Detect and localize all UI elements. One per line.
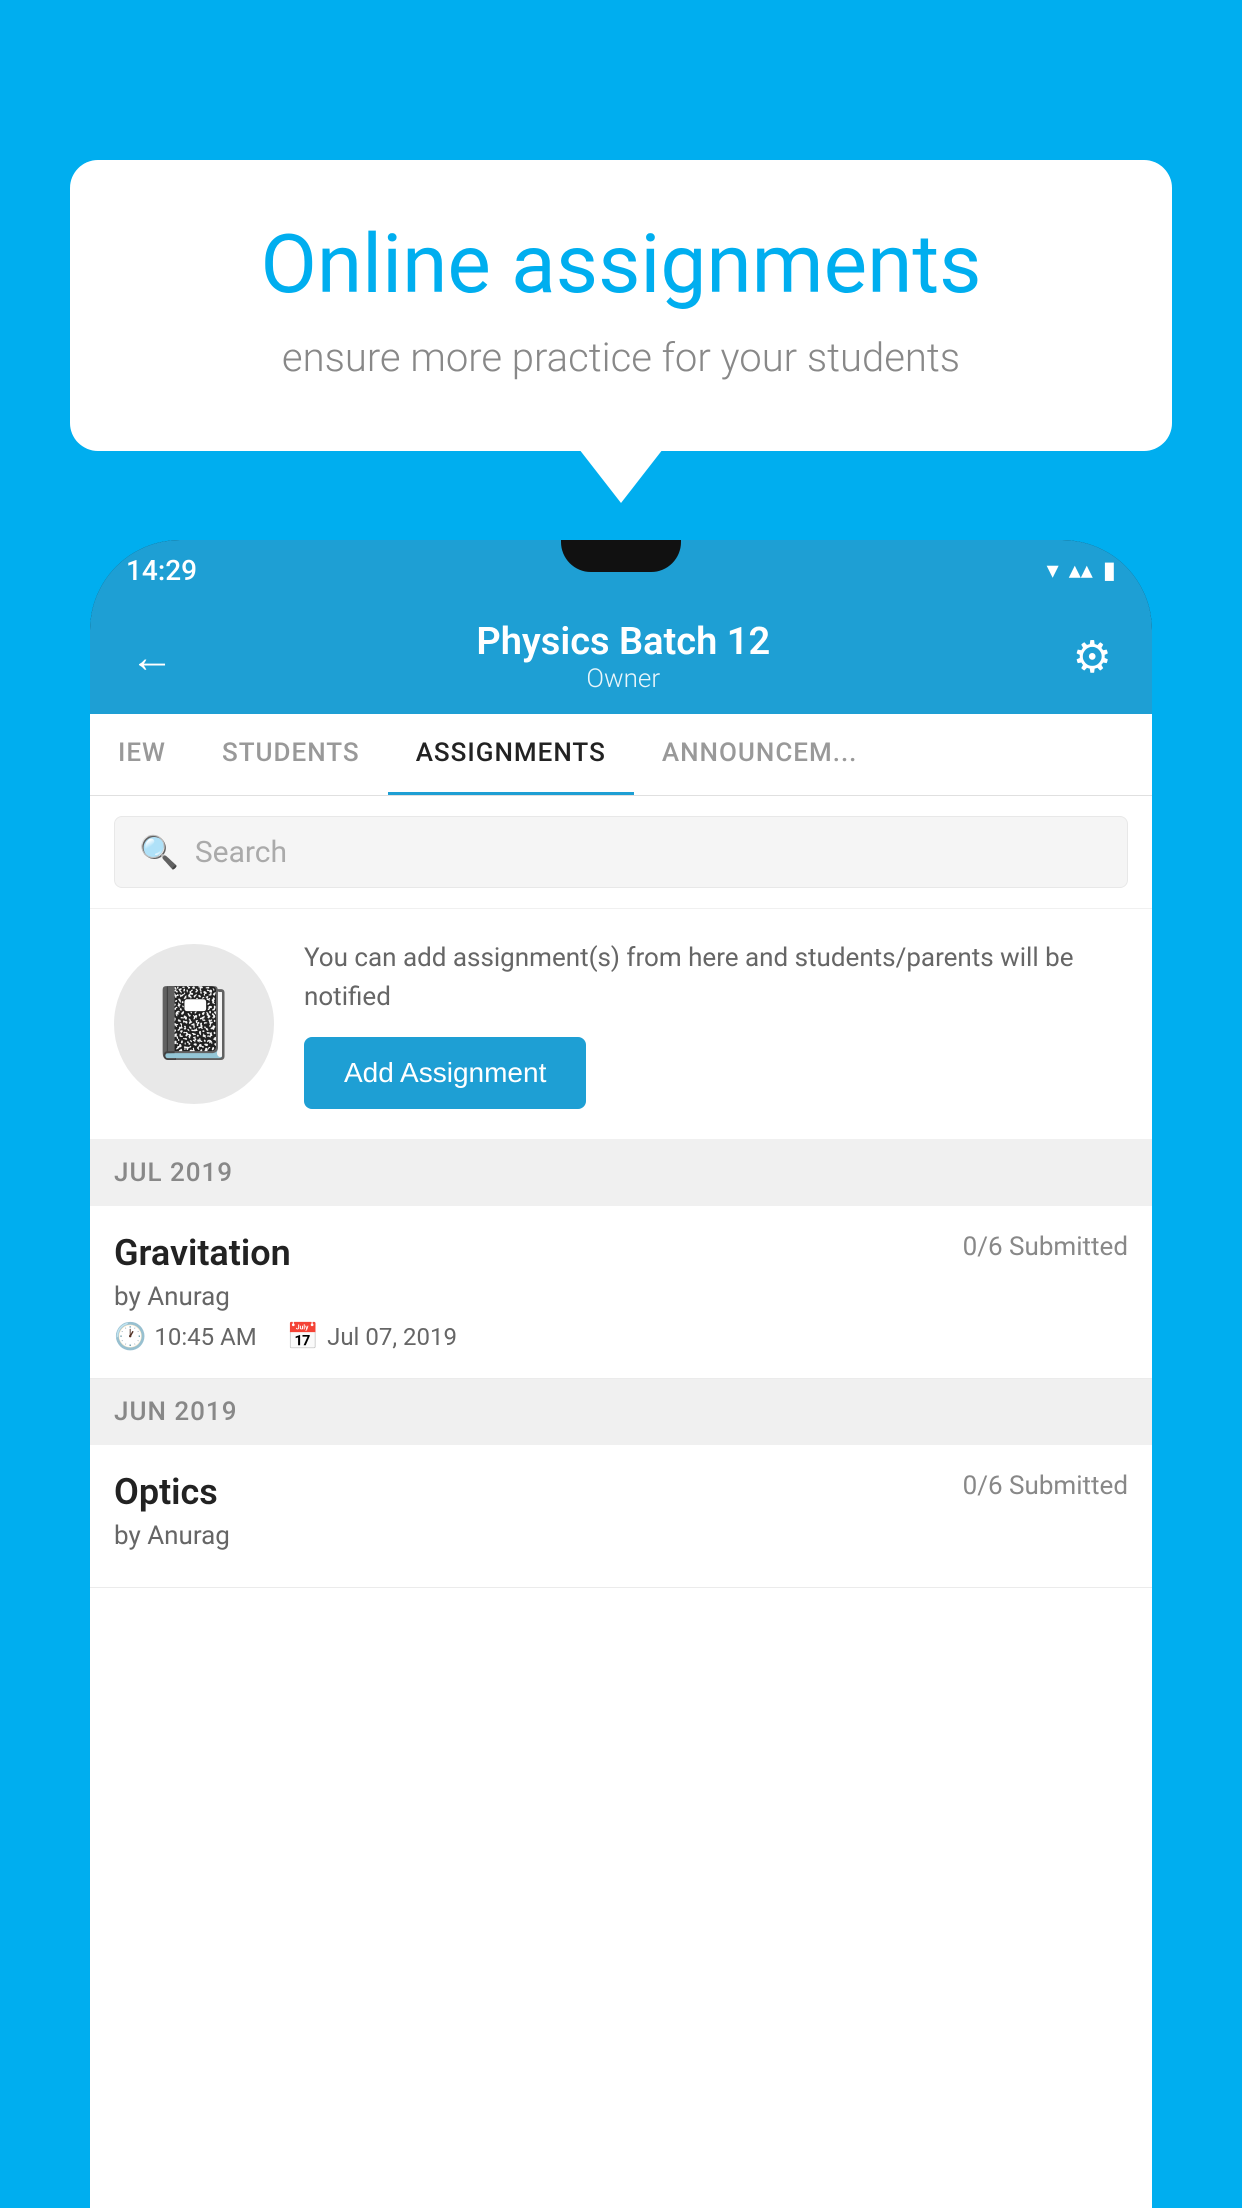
header-subtitle: Owner	[174, 664, 1073, 694]
signal-icon: ▴▴	[1069, 556, 1093, 584]
assignment-by-optics: by Anurag	[114, 1521, 1128, 1551]
assignment-row-top-optics: Optics 0/6 Submitted	[114, 1471, 1128, 1513]
wifi-icon: ▾	[1047, 556, 1059, 584]
notebook-icon: 📓	[150, 983, 237, 1065]
search-icon: 🔍	[139, 833, 179, 871]
status-bar: 14:29 ▾ ▴▴ ▮	[90, 540, 1152, 600]
speech-bubble-container: Online assignments ensure more practice …	[70, 160, 1172, 451]
assignment-name-gravitation: Gravitation	[114, 1232, 291, 1274]
assignment-date: 📅 Jul 07, 2019	[287, 1322, 457, 1352]
assignment-date-value: Jul 07, 2019	[327, 1323, 457, 1351]
assignment-text-area: You can add assignment(s) from here and …	[304, 939, 1128, 1109]
assignment-submitted-gravitation: 0/6 Submitted	[963, 1232, 1128, 1262]
tab-announcements[interactable]: ANNOUNCEM...	[634, 714, 886, 795]
assignment-icon-circle: 📓	[114, 944, 274, 1104]
search-bar[interactable]: 🔍 Search	[114, 816, 1128, 888]
status-time: 14:29	[126, 554, 197, 587]
status-icons: ▾ ▴▴ ▮	[1047, 556, 1116, 584]
speech-bubble-title: Online assignments	[140, 220, 1102, 310]
assignment-time: 🕐 10:45 AM	[114, 1322, 257, 1352]
settings-icon[interactable]: ⚙	[1073, 631, 1112, 683]
assignment-name-optics: Optics	[114, 1471, 218, 1513]
assignment-description: You can add assignment(s) from here and …	[304, 939, 1128, 1017]
speech-bubble: Online assignments ensure more practice …	[70, 160, 1172, 451]
header-title: Physics Batch 12	[174, 620, 1073, 664]
clock-icon: 🕐	[114, 1322, 146, 1352]
search-placeholder: Search	[195, 835, 287, 870]
tab-iew[interactable]: IEW	[90, 714, 194, 795]
tab-students[interactable]: STUDENTS	[194, 714, 388, 795]
assignment-list-item[interactable]: Gravitation 0/6 Submitted by Anurag 🕐 10…	[90, 1206, 1152, 1379]
tab-assignments[interactable]: ASSIGNMENTS	[388, 714, 634, 795]
phone-screen: IEW STUDENTS ASSIGNMENTS ANNOUNCEM... 🔍 …	[90, 714, 1152, 2208]
battery-icon: ▮	[1103, 556, 1116, 584]
assignment-meta-gravitation: 🕐 10:45 AM 📅 Jul 07, 2019	[114, 1322, 1128, 1352]
calendar-icon: 📅	[287, 1322, 319, 1352]
header-center: Physics Batch 12 Owner	[174, 620, 1073, 694]
date-section-jul-2019: JUL 2019	[90, 1140, 1152, 1206]
speech-bubble-subtitle: ensure more practice for your students	[140, 334, 1102, 381]
add-assignment-section: 📓 You can add assignment(s) from here an…	[90, 909, 1152, 1140]
assignment-list-item-optics[interactable]: Optics 0/6 Submitted by Anurag	[90, 1445, 1152, 1588]
add-assignment-button[interactable]: Add Assignment	[304, 1037, 586, 1109]
tabs-bar: IEW STUDENTS ASSIGNMENTS ANNOUNCEM...	[90, 714, 1152, 796]
search-container: 🔍 Search	[90, 796, 1152, 909]
assignment-time-value: 10:45 AM	[154, 1323, 256, 1351]
date-section-jun-2019: JUN 2019	[90, 1379, 1152, 1445]
assignment-submitted-optics: 0/6 Submitted	[963, 1471, 1128, 1501]
assignment-row-top: Gravitation 0/6 Submitted	[114, 1232, 1128, 1274]
notch	[561, 540, 681, 572]
assignment-by-gravitation: by Anurag	[114, 1282, 1128, 1312]
app-header: ← Physics Batch 12 Owner ⚙	[90, 600, 1152, 714]
back-button[interactable]: ←	[130, 631, 174, 683]
phone-frame: 14:29 ▾ ▴▴ ▮ ← Physics Batch 12 Owner ⚙ …	[90, 540, 1152, 2208]
